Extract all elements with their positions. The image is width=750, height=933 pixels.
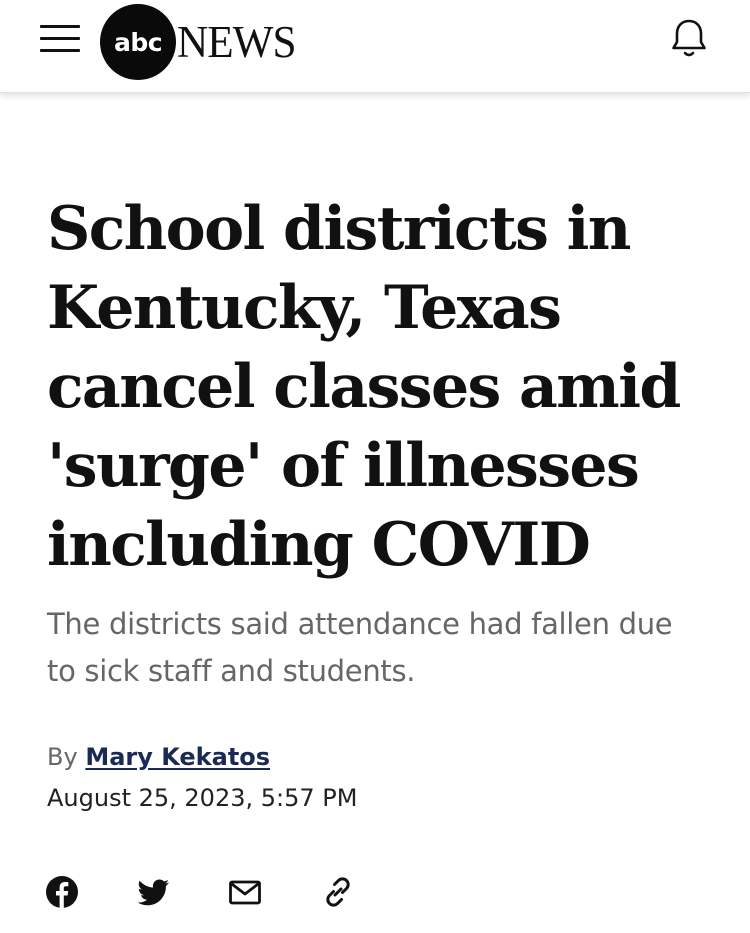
abc-news-logo[interactable]: abc NEWS [100,4,301,80]
article-subheadline: The districts said attendance had fallen… [47,607,673,688]
author-link[interactable]: Mary Kekatos [85,743,270,771]
article-headline: School districts in Kentucky, Texas canc… [47,194,681,580]
byline: By Mary Kekatos [47,741,270,773]
news-logo-word: NEWS [177,17,297,67]
facebook-icon[interactable] [44,874,80,910]
top-navigation-bar: abc NEWS [0,0,750,93]
byline-prefix: By [47,743,78,771]
email-icon[interactable] [227,874,263,910]
hamburger-menu-icon[interactable] [40,25,80,53]
link-icon[interactable] [320,874,356,910]
publish-date: August 25, 2023, 5:57 PM [47,784,358,812]
abc-logo-circle: abc [100,4,176,80]
bell-icon[interactable] [666,15,712,61]
twitter-icon[interactable] [135,874,171,910]
